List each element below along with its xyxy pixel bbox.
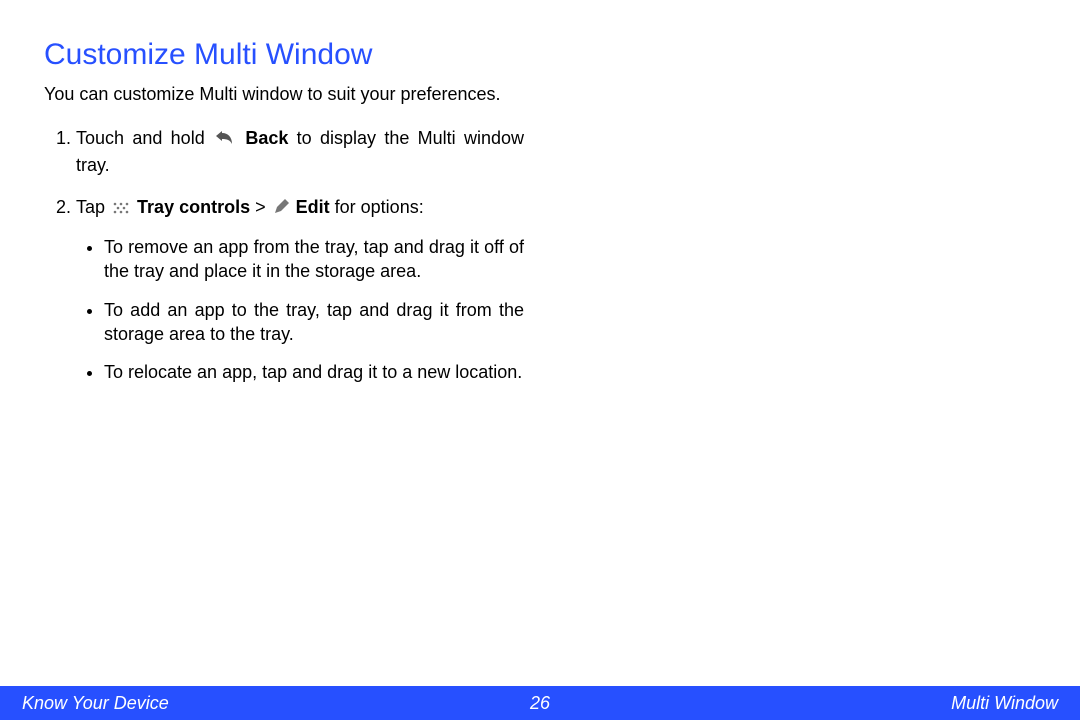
sub-item-remove: To remove an app from the tray, tap and … — [104, 235, 524, 284]
footer-section-left: Know Your Device — [22, 693, 169, 714]
sub-list: To remove an app from the tray, tap and … — [76, 235, 524, 384]
sub-item-add: To add an app to the tray, tap and drag … — [104, 298, 524, 347]
back-arrow-icon — [215, 128, 235, 152]
step-2-post: for options: — [335, 197, 424, 217]
intro-text: You can customize Multi window to suit y… — [44, 82, 524, 106]
manual-page: Customize Multi Window You can customize… — [0, 0, 1080, 720]
steps-list: Touch and hold Back to display the Multi… — [44, 126, 524, 384]
sub-item-relocate: To relocate an app, tap and drag it to a… — [104, 360, 524, 384]
step-2-pre: Tap — [76, 197, 110, 217]
step-1-pre: Touch and hold — [76, 128, 213, 148]
footer-page-number: 26 — [530, 693, 550, 714]
step-1-bold: Back — [245, 128, 288, 148]
footer-section-right: Multi Window — [951, 693, 1058, 714]
step-2-sep: > — [255, 197, 271, 217]
page-footer: Know Your Device 26 Multi Window — [0, 686, 1080, 720]
step-2: Tap Tray controls > Edit for options: To… — [76, 195, 524, 385]
edit-pencil-icon — [273, 197, 289, 221]
step-2-bold2: Edit — [296, 197, 330, 217]
step-1: Touch and hold Back to display the Multi… — [76, 126, 524, 177]
step-2-bold1: Tray controls — [137, 197, 250, 217]
page-title: Customize Multi Window — [44, 38, 1036, 72]
tray-controls-icon — [112, 197, 130, 221]
